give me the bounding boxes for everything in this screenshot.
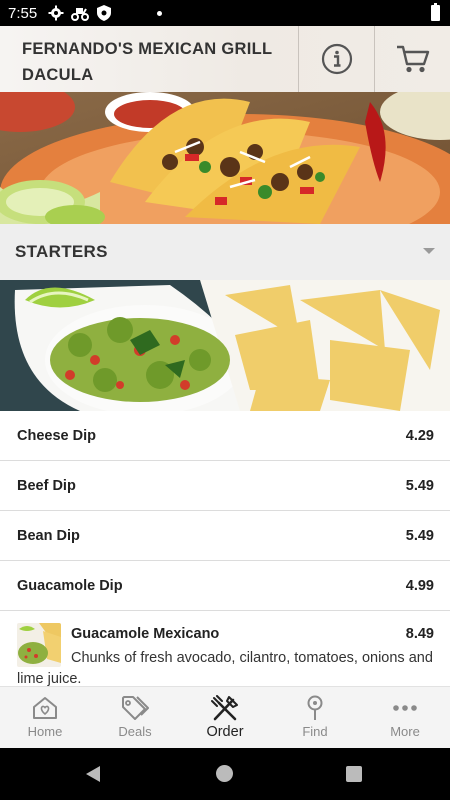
- home-circle-icon[interactable]: [216, 765, 233, 782]
- system-navigation-bar: [0, 748, 450, 800]
- menu-item-price: 5.49: [405, 527, 434, 544]
- info-icon: [321, 43, 352, 75]
- nav-order[interactable]: Order: [180, 687, 270, 748]
- menu-item[interactable]: Guacamole Dip 4.99: [0, 561, 450, 611]
- restaurant-title: FERNANDO'S MEXICAN GRILL DACULA: [0, 26, 298, 92]
- nav-label: Find: [302, 724, 328, 739]
- home-icon: [31, 695, 59, 721]
- menu-item-price: 8.49: [405, 626, 434, 642]
- nav-more[interactable]: More: [360, 687, 450, 748]
- menu-item[interactable]: Cheese Dip 4.29: [0, 411, 450, 461]
- bottom-navigation: Home Deals Order Find More: [0, 686, 450, 748]
- menu-item-description: Chunks of fresh avocado, cilantro, tomat…: [17, 650, 433, 686]
- starters-guacamole-image: [0, 280, 450, 411]
- menu-item-name: Beef Dip: [17, 477, 76, 494]
- nav-home[interactable]: Home: [0, 687, 90, 748]
- menu-item[interactable]: Guacamole Mexicano 8.49 Chunks of fresh …: [0, 611, 450, 686]
- utensils-icon: [211, 695, 239, 721]
- menu-item-name: Cheese Dip: [17, 427, 96, 444]
- status-bar: 7:55: [0, 0, 450, 26]
- tag-icon: [121, 695, 149, 721]
- menu-item-price: 4.99: [405, 577, 434, 594]
- nav-label: More: [390, 724, 420, 739]
- shield-icon: [95, 4, 113, 22]
- menu-item-name: Bean Dip: [17, 527, 80, 544]
- battery-icon: [431, 3, 440, 21]
- nav-label: Order: [206, 724, 244, 740]
- menu-item-thumbnail: [17, 623, 61, 667]
- category-starters-header[interactable]: STARTERS: [0, 224, 450, 280]
- menu-item-price: 4.29: [405, 427, 434, 444]
- chevron-down-icon: [423, 248, 435, 254]
- menu-item-name: Guacamole Dip: [17, 577, 123, 594]
- hero-tacos-image: [0, 92, 450, 224]
- status-time: 7:55: [8, 4, 38, 22]
- recent-apps-icon[interactable]: [346, 766, 362, 782]
- menu-item-list: Cheese Dip 4.29 Beef Dip 5.49 Bean Dip 5…: [0, 411, 450, 686]
- nav-deals[interactable]: Deals: [90, 687, 180, 748]
- notification-dot: [157, 10, 163, 16]
- restaurant-name: FERNANDO'S MEXICAN GRILL: [22, 40, 273, 58]
- nav-label: Deals: [118, 724, 152, 739]
- cart-button[interactable]: [374, 26, 450, 92]
- nav-label: Home: [27, 724, 63, 739]
- menu-item[interactable]: Beef Dip 5.49: [0, 461, 450, 511]
- cart-icon: [396, 45, 429, 73]
- info-button[interactable]: [298, 26, 374, 92]
- menu-item-price: 5.49: [405, 477, 434, 494]
- category-title: STARTERS: [15, 242, 108, 261]
- menu-item-name: Guacamole Mexicano: [71, 626, 220, 642]
- app-header: FERNANDO'S MEXICAN GRILL DACULA: [0, 26, 450, 92]
- pin-icon: [301, 695, 329, 721]
- back-icon[interactable]: [86, 766, 100, 782]
- nav-find[interactable]: Find: [270, 687, 360, 748]
- restaurant-location: DACULA: [22, 66, 94, 84]
- more-icon: [391, 695, 419, 721]
- menu-item[interactable]: Bean Dip 5.49: [0, 511, 450, 561]
- settings-gear-icon: [47, 4, 65, 22]
- delivery-scooter-icon: [71, 4, 90, 22]
